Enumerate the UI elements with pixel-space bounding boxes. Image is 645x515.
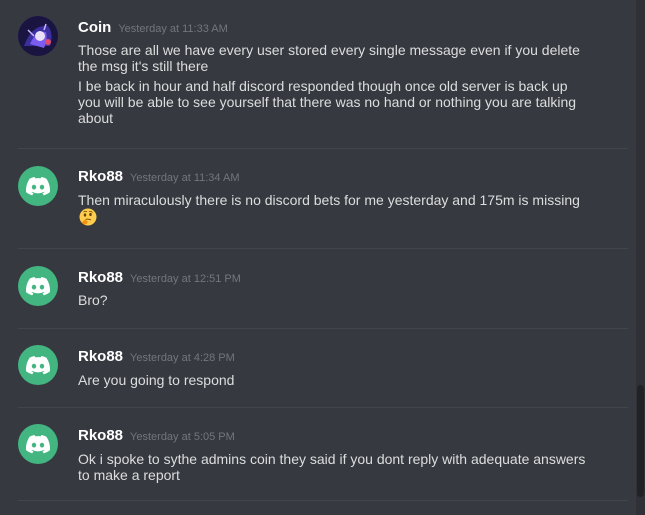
username[interactable]: Rko88 xyxy=(78,269,123,286)
message-text: Are you going to respond xyxy=(78,372,235,388)
thinking-face-emoji-icon xyxy=(79,208,97,226)
discord-logo-icon xyxy=(26,355,50,374)
avatar[interactable] xyxy=(18,16,58,56)
message-header: Coin Yesterday at 11:33 AM xyxy=(78,19,228,36)
username[interactable]: Rko88 xyxy=(78,348,123,365)
coin-avatar-icon xyxy=(18,16,58,56)
message-text: Those are all we have every user stored … xyxy=(78,42,580,74)
scrollbar-thumb[interactable] xyxy=(637,385,644,497)
avatar[interactable] xyxy=(18,424,58,464)
message-content: Are you going to respond xyxy=(78,372,588,388)
message-text: I be back in hour and half discord respo… xyxy=(78,78,577,126)
message-text: Bro? xyxy=(78,292,108,308)
message-divider xyxy=(18,248,628,249)
timestamp: Yesterday at 12:51 PM xyxy=(130,273,241,285)
timestamp: Yesterday at 11:34 AM xyxy=(130,172,240,184)
discord-logo-icon xyxy=(26,434,50,453)
message-divider xyxy=(18,500,628,501)
message-divider xyxy=(18,328,628,329)
avatar[interactable] xyxy=(18,345,58,385)
message-content: Bro? xyxy=(78,292,588,308)
avatar[interactable] xyxy=(18,266,58,306)
avatar[interactable] xyxy=(18,166,58,206)
message-text: Ok i spoke to sythe admins coin they sai… xyxy=(78,451,586,483)
message-header: Rko88 Yesterday at 12:51 PM xyxy=(78,269,241,286)
message-divider xyxy=(18,148,628,149)
message-text: Then miraculously there is no discord be… xyxy=(78,192,588,226)
message-content: Then miraculously there is no discord be… xyxy=(78,192,588,226)
message-content: Those are all we have every user stored … xyxy=(78,42,588,126)
timestamp: Yesterday at 4:28 PM xyxy=(130,352,235,364)
username[interactable]: Rko88 xyxy=(78,427,123,444)
discord-logo-icon xyxy=(26,176,50,195)
timestamp: Yesterday at 11:33 AM xyxy=(118,23,228,35)
message-header: Rko88 Yesterday at 4:28 PM xyxy=(78,348,235,365)
username[interactable]: Coin xyxy=(78,19,111,36)
discord-logo-icon xyxy=(26,276,50,295)
message-header: Rko88 Yesterday at 5:05 PM xyxy=(78,427,235,444)
message-divider xyxy=(18,407,628,408)
message-header: Rko88 Yesterday at 11:34 AM xyxy=(78,168,240,185)
message-content: Ok i spoke to sythe admins coin they sai… xyxy=(78,451,588,483)
username[interactable]: Rko88 xyxy=(78,168,123,185)
timestamp: Yesterday at 5:05 PM xyxy=(130,431,235,443)
chat-messages: Coin Yesterday at 11:33 AM Those are all… xyxy=(0,0,636,515)
message-text-span: Then miraculously there is no discord be… xyxy=(78,192,580,208)
